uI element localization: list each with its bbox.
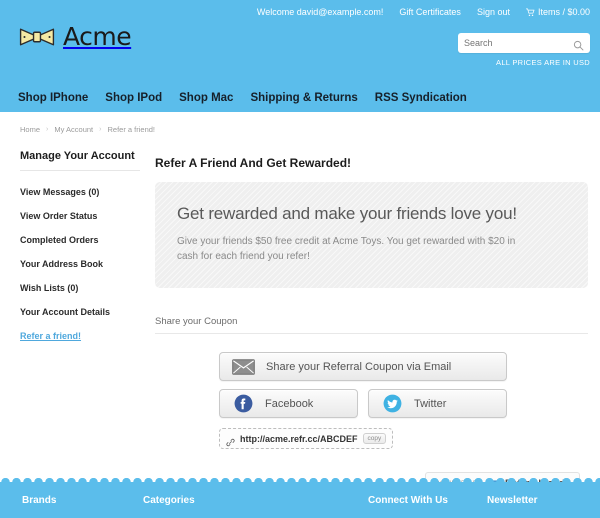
cart-link[interactable]: Items / $0.00 (525, 7, 590, 17)
brand-name: Acme (63, 22, 132, 51)
nav-item-shipping-returns[interactable]: Shipping & Returns (250, 92, 357, 104)
footer-column-categories[interactable]: Categories (143, 495, 368, 506)
nav-item-shop-iphone[interactable]: Shop IPhone (18, 92, 88, 104)
footer-columns: Brands Categories Connect With Us Newsle… (0, 483, 600, 518)
nav-item-shop-ipod[interactable]: Shop IPod (105, 92, 162, 104)
gift-certificates-link[interactable]: Gift Certificates (399, 7, 461, 17)
site-footer: Brands Categories Connect With Us Newsle… (0, 474, 600, 518)
brand-logo-link[interactable]: Acme (18, 22, 132, 51)
referral-link-box[interactable]: http://acme.refr.cc/ABCDEF copy (219, 428, 394, 450)
breadcrumb-separator-icon: › (46, 125, 49, 133)
list-item: Wish Lists (0) (20, 278, 140, 296)
sidebar-item-wish-lists[interactable]: Wish Lists (0) (20, 283, 78, 293)
main-nav: Shop IPhone Shop IPod Shop Mac Shipping … (18, 92, 467, 104)
nav-item-shop-mac[interactable]: Shop Mac (179, 92, 233, 104)
footer-column-brands[interactable]: Brands (22, 495, 143, 506)
sidebar-title: Manage Your Account (20, 150, 135, 162)
referral-link-url: http://acme.refr.cc/ABCDEF (240, 433, 358, 444)
main-column: Refer A Friend And Get Rewarded! Get rew… (148, 144, 588, 496)
sidebar-item-view-messages[interactable]: View Messages (0) (20, 187, 99, 197)
prices-currency-note: ALL PRICES ARE IN USD (496, 58, 590, 67)
list-item: Your Account Details (20, 302, 140, 320)
breadcrumb-item-current: Refer a friend! (107, 124, 156, 134)
breadcrumb-item-home[interactable]: Home (20, 125, 40, 134)
chain-link-icon (226, 434, 235, 447)
bow-ribbon-icon (18, 24, 56, 50)
list-item: Your Address Book (20, 254, 140, 272)
envelope-icon (232, 358, 255, 375)
site-header: Welcome david@example.com! Gift Certific… (0, 0, 600, 112)
sidebar-item-address-book[interactable]: Your Address Book (20, 259, 103, 269)
share-buttons-area: Share your Referral Coupon via Email Fac… (155, 352, 588, 452)
page-title: Refer A Friend And Get Rewarded! (155, 156, 352, 171)
share-section-label: Share your Coupon (155, 316, 588, 335)
account-sidebar: Manage Your Account View Messages (0) Vi… (20, 144, 140, 495)
facebook-icon (234, 394, 253, 413)
sidebar-item-refer-a-friend[interactable]: Refer a friend! (20, 331, 81, 341)
sidebar-item-account-details[interactable]: Your Account Details (20, 307, 110, 317)
sidebar-divider (20, 170, 140, 171)
list-item: Completed Orders (20, 230, 140, 248)
twitter-share-label: Twitter (414, 397, 447, 410)
promo-panel: Get rewarded and make your friends love … (155, 182, 588, 289)
search-box[interactable] (458, 33, 590, 53)
share-via-email-label: Share your Referral Coupon via Email (266, 360, 452, 373)
footer-column-connect-with-us[interactable]: Connect With Us (368, 495, 487, 506)
sidebar-item-view-order-status[interactable]: View Order Status (20, 211, 97, 221)
sign-out-link[interactable]: Sign out (477, 7, 510, 17)
page-content: Manage Your Account View Messages (0) Vi… (0, 136, 600, 496)
search-icon[interactable] (573, 38, 584, 50)
promo-body-text: Give your friends $50 free credit at Acm… (177, 236, 516, 263)
social-buttons-row: Facebook Twitter (219, 389, 588, 419)
breadcrumb-item-my-account[interactable]: My Account (54, 125, 93, 134)
twitter-share-button[interactable]: Twitter (368, 389, 507, 419)
list-item: Refer a friend! (20, 326, 140, 344)
share-via-email-button[interactable]: Share your Referral Coupon via Email (219, 352, 507, 382)
cart-summary-text: Items / $0.00 (537, 7, 590, 17)
breadcrumb: Home › My Account › Refer a friend! (0, 112, 600, 136)
search-area: ALL PRICES ARE IN USD (458, 33, 590, 67)
sidebar-item-completed-orders[interactable]: Completed Orders (20, 235, 99, 245)
welcome-message: Welcome david@example.com! (256, 7, 384, 17)
search-input[interactable] (464, 38, 573, 48)
utility-nav: Welcome david@example.com! Gift Certific… (0, 0, 600, 20)
sidebar-list: View Messages (0) View Order Status Comp… (20, 182, 140, 344)
scalloped-edge-decoration (0, 474, 600, 487)
facebook-share-label: Facebook (265, 397, 314, 410)
facebook-share-button[interactable]: Facebook (219, 389, 358, 419)
list-item: View Messages (0) (20, 182, 140, 200)
footer-column-newsletter[interactable]: Newsletter (487, 495, 538, 506)
shopping-cart-icon (525, 7, 535, 17)
twitter-icon (383, 394, 402, 413)
copy-link-button[interactable]: copy (362, 433, 387, 445)
breadcrumb-separator-icon: › (99, 125, 102, 133)
promo-heading: Get rewarded and make your friends love … (177, 204, 517, 224)
nav-item-rss-syndication[interactable]: RSS Syndication (375, 92, 467, 104)
list-item: View Order Status (20, 206, 140, 224)
